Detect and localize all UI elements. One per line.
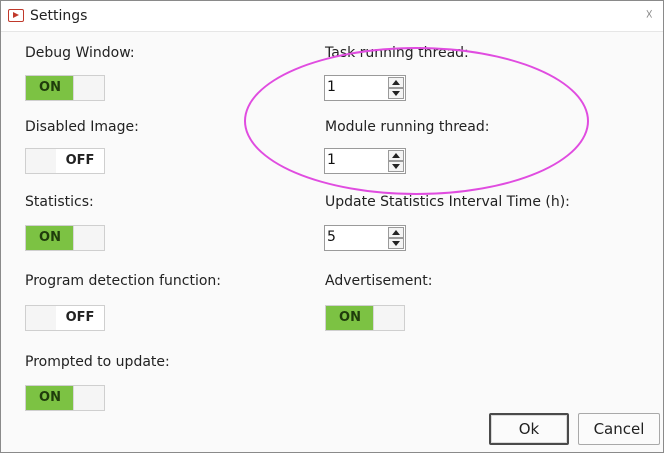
task-thread-label: Task running thread: bbox=[325, 45, 469, 61]
decrement-arrow-icon[interactable] bbox=[388, 238, 404, 249]
toggle-state: ON bbox=[26, 226, 74, 250]
increment-arrow-icon[interactable] bbox=[388, 227, 404, 238]
toggle-state: ON bbox=[326, 306, 374, 330]
cancel-button[interactable]: Cancel bbox=[578, 413, 660, 445]
statistics-toggle[interactable]: ON bbox=[25, 225, 105, 251]
toggle-state: OFF bbox=[56, 306, 104, 330]
ok-button[interactable]: Ok bbox=[489, 413, 569, 445]
toggle-state: ON bbox=[26, 386, 74, 410]
toggle-knob bbox=[26, 306, 57, 330]
debug-window-label: Debug Window: bbox=[25, 45, 135, 61]
toggle-knob bbox=[73, 386, 104, 410]
program-detection-toggle[interactable]: OFF bbox=[25, 305, 105, 331]
toggle-knob bbox=[73, 226, 104, 250]
task-thread-spinner bbox=[324, 75, 406, 101]
stats-interval-input[interactable] bbox=[327, 228, 385, 246]
program-detection-label: Program detection function: bbox=[25, 273, 221, 289]
toggle-knob bbox=[26, 149, 57, 173]
task-thread-input[interactable] bbox=[327, 78, 385, 96]
increment-arrow-icon[interactable] bbox=[388, 77, 404, 88]
statistics-label: Statistics: bbox=[25, 194, 94, 210]
decrement-arrow-icon[interactable] bbox=[388, 88, 404, 99]
advertisement-toggle[interactable]: ON bbox=[325, 305, 405, 331]
debug-window-toggle[interactable]: ON bbox=[25, 75, 105, 101]
prompted-update-toggle[interactable]: ON bbox=[25, 385, 105, 411]
advertisement-label: Advertisement: bbox=[325, 273, 433, 289]
toggle-knob bbox=[73, 76, 104, 100]
toggle-state: ON bbox=[26, 76, 74, 100]
toggle-knob bbox=[373, 306, 404, 330]
app-icon bbox=[8, 9, 24, 22]
stats-interval-spinner bbox=[324, 225, 406, 251]
settings-dialog: Settings ☓ Debug Window: ON Disabled Ima… bbox=[0, 0, 664, 453]
module-thread-label: Module running thread: bbox=[325, 119, 490, 135]
stats-interval-label: Update Statistics Interval Time (h): bbox=[325, 194, 570, 210]
title-bar: Settings ☓ bbox=[1, 1, 663, 32]
close-icon[interactable]: ☓ bbox=[646, 7, 653, 23]
increment-arrow-icon[interactable] bbox=[388, 150, 404, 161]
prompted-update-label: Prompted to update: bbox=[25, 354, 170, 370]
disabled-image-label: Disabled Image: bbox=[25, 119, 139, 135]
module-thread-spinner bbox=[324, 148, 406, 174]
module-thread-input[interactable] bbox=[327, 151, 385, 169]
decrement-arrow-icon[interactable] bbox=[388, 161, 404, 172]
toggle-state: OFF bbox=[56, 149, 104, 173]
window-title: Settings bbox=[30, 8, 88, 24]
disabled-image-toggle[interactable]: OFF bbox=[25, 148, 105, 174]
